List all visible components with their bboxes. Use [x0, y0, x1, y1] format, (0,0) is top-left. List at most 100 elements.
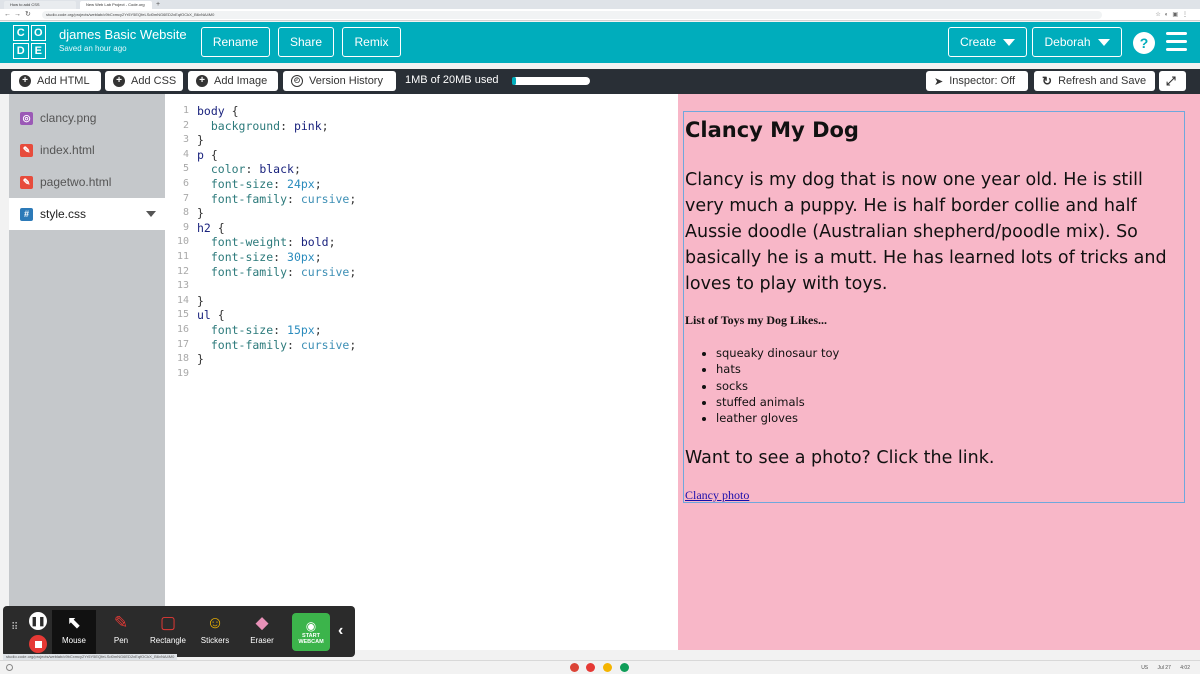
- tool-eraser[interactable]: ◆ Eraser: [240, 610, 284, 654]
- rename-button[interactable]: Rename: [201, 27, 270, 57]
- line-number: 11: [176, 250, 189, 262]
- code-token: cursive: [300, 191, 350, 206]
- file-item-index-html[interactable]: ✎ index.html: [9, 134, 165, 166]
- file-item-style-css[interactable]: # style.css: [9, 198, 165, 230]
- tool-rectangle[interactable]: ▢ Rectangle: [146, 610, 190, 654]
- code-line[interactable]: }: [197, 352, 356, 367]
- code-token: {: [217, 220, 225, 235]
- line-number: 3: [182, 134, 189, 146]
- plus-icon: +: [113, 75, 125, 87]
- add-css-button[interactable]: + Add CSS: [105, 71, 183, 91]
- file-item-clancy-png[interactable]: ◎ clancy.png: [9, 102, 165, 134]
- app-icon[interactable]: [586, 663, 595, 672]
- start-webcam-button[interactable]: ◉ START WEBCAM: [292, 613, 330, 651]
- css-file-icon: #: [20, 207, 33, 221]
- line-number: 12: [176, 265, 189, 277]
- code-line[interactable]: font-size: 15px;: [197, 323, 356, 338]
- line-number: 7: [182, 192, 189, 204]
- inspector-label: Inspector: Off: [949, 75, 1016, 87]
- code-line[interactable]: font-family: cursive;: [197, 338, 356, 353]
- os-taskbar: US Jul 27 4:02: [0, 660, 1200, 674]
- share-button[interactable]: Share: [278, 27, 334, 57]
- tool-stickers[interactable]: ☺ Stickers: [193, 610, 237, 654]
- browser-extension-icons[interactable]: ☆◐▣⋮: [1155, 10, 1192, 20]
- code-line[interactable]: h2 {: [197, 221, 356, 236]
- code-token: ;: [349, 191, 357, 206]
- collapse-chevron-icon[interactable]: ‹: [338, 622, 343, 640]
- code-editor[interactable]: 1 2 3 4 5 6 7 8 9 10 11 12 13 14 15 16 17 18 19 body { bac…: [165, 94, 678, 650]
- forward-icon[interactable]: →: [14, 10, 21, 20]
- user-menu-button[interactable]: Deborah: [1032, 27, 1122, 57]
- browser-tab[interactable]: How to add CSS: [4, 1, 76, 9]
- new-tab-icon[interactable]: +: [156, 0, 160, 9]
- file-item-pagetwo-html[interactable]: ✎ pagetwo.html: [9, 166, 165, 198]
- code-token: :: [287, 337, 301, 352]
- inspector-toggle-button[interactable]: ➤ Inspector: Off: [926, 71, 1028, 91]
- browser-tab-active[interactable]: New Web Lab Project - Code.org: [80, 1, 152, 9]
- chrome-icon[interactable]: [570, 663, 579, 672]
- code-token: :: [287, 191, 301, 206]
- code-line[interactable]: ul {: [197, 308, 356, 323]
- version-history-button[interactable]: ◴ Version History: [283, 71, 396, 91]
- tool-mouse[interactable]: ⬉ Mouse: [52, 610, 96, 654]
- version-history-label: Version History: [309, 75, 383, 87]
- add-html-label: Add HTML: [37, 75, 90, 87]
- code-line[interactable]: font-weight: bold;: [197, 235, 356, 250]
- code-token: ;: [314, 322, 322, 337]
- refresh-and-save-button[interactable]: ↻ Refresh and Save: [1034, 71, 1155, 91]
- reload-icon[interactable]: ↻: [25, 10, 31, 20]
- app-icon[interactable]: [620, 663, 629, 672]
- back-icon[interactable]: ←: [4, 10, 11, 20]
- code-line[interactable]: font-size: 30px;: [197, 250, 356, 265]
- code-token: :: [245, 162, 260, 177]
- user-name: Deborah: [1044, 35, 1091, 49]
- clancy-photo-link[interactable]: Clancy photo: [685, 488, 749, 503]
- code-line[interactable]: [197, 279, 356, 294]
- code-line[interactable]: font-family: cursive;: [197, 265, 356, 280]
- add-html-button[interactable]: + Add HTML: [11, 71, 101, 91]
- line-number: 16: [176, 323, 189, 335]
- code-line[interactable]: p {: [197, 148, 356, 163]
- code-line[interactable]: background: pink;: [197, 119, 356, 134]
- pointer-icon: ➤: [934, 75, 944, 88]
- pause-icon[interactable]: ❚❚: [29, 612, 47, 630]
- code-line[interactable]: }: [197, 206, 356, 221]
- code-token: }: [197, 352, 204, 367]
- code-token: :: [280, 118, 294, 133]
- live-preview[interactable]: Clancy My Dog Clancy is my dog that is n…: [678, 94, 1200, 650]
- html-file-icon: ✎: [20, 143, 33, 157]
- code-token: }: [197, 293, 204, 308]
- code-org-logo[interactable]: C O D E: [13, 25, 46, 59]
- url-field[interactable]: studio.code.org/projects/weblab/c9bCxmcy…: [42, 11, 1102, 19]
- app-icon[interactable]: [603, 663, 612, 672]
- code-line[interactable]: font-family: cursive;: [197, 192, 356, 207]
- launcher-icon[interactable]: [6, 664, 13, 671]
- stop-icon[interactable]: [29, 635, 47, 653]
- hamburger-menu-icon[interactable]: [1166, 32, 1187, 52]
- code-token: ;: [314, 249, 322, 264]
- tool-pen[interactable]: ✎ Pen: [99, 610, 143, 654]
- help-icon[interactable]: ?: [1133, 32, 1155, 54]
- code-content[interactable]: body { background: pink;} p { color: blac…: [197, 104, 356, 381]
- line-number: 15: [176, 309, 189, 321]
- code-token: font-size: [197, 176, 274, 191]
- code-line[interactable]: }: [197, 294, 356, 309]
- file-menu-caret-icon[interactable]: [146, 211, 156, 217]
- line-number-gutter: 1 2 3 4 5 6 7 8 9 10 11 12 13 14 15 16 17 18 19: [165, 104, 189, 381]
- drag-handle-icon[interactable]: ⠿: [11, 623, 19, 638]
- add-image-button[interactable]: + Add Image: [188, 71, 278, 91]
- code-line[interactable]: [197, 367, 356, 382]
- preview-toy-list: squeaky dinosaur toy hats socks stuffed …: [704, 345, 839, 426]
- line-number: 9: [182, 221, 189, 233]
- code-line[interactable]: font-size: 24px;: [197, 177, 356, 192]
- tool-label: Rectangle: [149, 636, 187, 645]
- create-menu-button[interactable]: Create: [948, 27, 1027, 57]
- remix-button[interactable]: Remix: [342, 27, 401, 57]
- code-line[interactable]: }: [197, 133, 356, 148]
- code-line[interactable]: color: black;: [197, 162, 356, 177]
- system-tray[interactable]: US Jul 27 4:02: [1141, 664, 1190, 672]
- list-item: stuffed animals: [716, 394, 839, 410]
- code-token: font-size: [197, 249, 274, 264]
- code-line[interactable]: body {: [197, 104, 356, 119]
- fullscreen-icon[interactable]: ⤢: [1159, 71, 1186, 91]
